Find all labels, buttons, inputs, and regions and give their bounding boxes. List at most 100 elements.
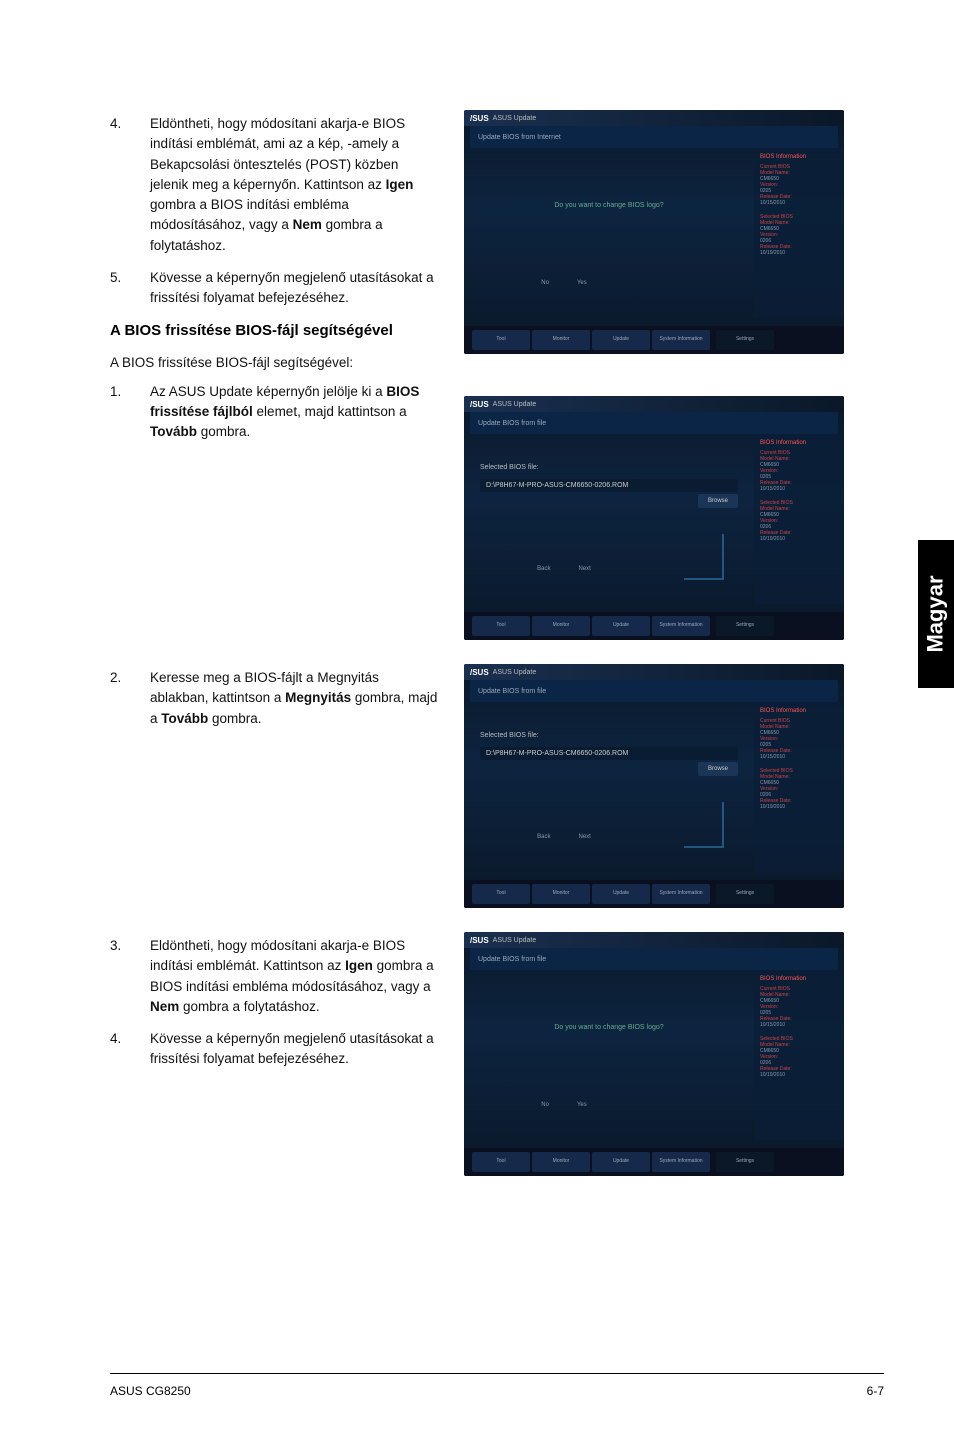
step-num: 3.: [110, 936, 150, 956]
browse-button[interactable]: Browse: [698, 494, 738, 508]
side-current: Current BIOS Model Name: CM6650 Version:…: [760, 986, 838, 1028]
tab-sysinfo[interactable]: System Information: [652, 330, 710, 350]
no-button[interactable]: No: [541, 280, 549, 286]
asus-logo: /SUS: [470, 936, 489, 945]
asus-logo: /SUS: [470, 114, 489, 123]
tab-sysinfo[interactable]: System Information: [652, 884, 710, 904]
t: gombra.: [197, 424, 250, 439]
next-button[interactable]: Next: [579, 566, 591, 572]
language-side-tab: Magyar: [918, 540, 954, 688]
tab-tool[interactable]: Tool: [472, 616, 530, 636]
tab-tool[interactable]: Tool: [472, 884, 530, 904]
no-button[interactable]: No: [541, 1102, 549, 1108]
browse-button[interactable]: Browse: [698, 762, 738, 776]
tab-sysinfo[interactable]: System Information: [652, 1152, 710, 1172]
t-bold: Igen: [386, 177, 414, 192]
v: 10/15/2010: [760, 1022, 838, 1028]
ss-title: ASUS Update: [493, 669, 537, 676]
ss-footer: Tool Monitor Update System Information S…: [464, 326, 844, 354]
step-body: Kövesse a képernyőn megjelenő utasítások…: [150, 268, 440, 309]
tab-update[interactable]: Update: [592, 884, 650, 904]
step-5a: 5. Kövesse a képernyőn megjelenő utasítá…: [110, 268, 440, 309]
ss-body: Selected BIOS file: D:\P8H67-M-PRO-ASUS-…: [464, 702, 844, 872]
next-button[interactable]: Next: [579, 834, 591, 840]
tab-settings[interactable]: Settings: [716, 884, 774, 904]
yes-button[interactable]: Yes: [577, 280, 587, 286]
arrow-icon: [684, 802, 724, 848]
ss-nav: No Yes: [464, 1102, 664, 1108]
ss-footer: Tool Monitor Update System Information S…: [464, 612, 844, 640]
step-body: Kövesse a képernyőn megjelenő utasítások…: [150, 1029, 440, 1070]
img-col-2: /SUS ASUS Update Update BIOS from file S…: [464, 664, 844, 908]
yes-button[interactable]: Yes: [577, 1102, 587, 1108]
row-2: 2. Keresse meg a BIOS-fájlt a Megnyitás …: [110, 664, 884, 908]
ss-titlebar: /SUS ASUS Update: [464, 664, 844, 680]
tab-update[interactable]: Update: [592, 330, 650, 350]
asus-update-screenshot-3: /SUS ASUS Update Update BIOS from file S…: [464, 664, 844, 908]
row-3: 3. Eldöntheti, hogy módosítani akarja-e …: [110, 932, 884, 1176]
tab-update[interactable]: Update: [592, 616, 650, 636]
step-2b: 2. Keresse meg a BIOS-fájlt a Megnyitás …: [110, 668, 440, 729]
footer-page-number: 6-7: [867, 1384, 884, 1398]
t-bold: Nem: [150, 999, 179, 1014]
v: 10/15/2010: [760, 754, 838, 760]
t: gombra a folytatáshoz.: [179, 999, 319, 1014]
ss-titlebar: /SUS ASUS Update: [464, 396, 844, 412]
ss-body: Do you want to change BIOS logo? No Yes …: [464, 970, 844, 1140]
ss-header: Update BIOS from Internet: [470, 126, 838, 148]
v: 10/19/2010: [760, 536, 838, 542]
tab-update[interactable]: Update: [592, 1152, 650, 1172]
ss-prompt: Do you want to change BIOS logo?: [480, 202, 738, 209]
ss-title: ASUS Update: [493, 115, 537, 122]
ss-footer: Tool Monitor Update System Information S…: [464, 880, 844, 908]
ss-prompt: Do you want to change BIOS logo?: [480, 1024, 738, 1031]
tab-settings[interactable]: Settings: [716, 1152, 774, 1172]
ss-main: Selected BIOS file: D:\P8H67-M-PRO-ASUS-…: [464, 434, 754, 604]
side-current: Current BIOS Model Name: CM6650 Version:…: [760, 450, 838, 492]
side-tab-label: Magyar: [923, 575, 949, 652]
page-footer: ASUS CG8250 6-7: [110, 1373, 884, 1398]
side-title: BIOS Information: [760, 154, 838, 160]
ss-titlebar: /SUS ASUS Update: [464, 932, 844, 948]
side-selected: Selected BIOS Model Name: CM6650 Version…: [760, 500, 838, 542]
side-title: BIOS Information: [760, 440, 838, 446]
step-num: 4.: [110, 1029, 150, 1049]
t: Az ASUS Update képernyőn jelölje ki a: [150, 384, 386, 399]
tab-monitor[interactable]: Monitor: [532, 1152, 590, 1172]
asus-update-screenshot-1: /SUS ASUS Update Update BIOS from Intern…: [464, 110, 844, 354]
t-bold: Megnyitás: [285, 690, 351, 705]
back-button[interactable]: Back: [537, 834, 550, 840]
asus-update-screenshot-2: /SUS ASUS Update Update BIOS from file S…: [464, 396, 844, 640]
tab-sysinfo[interactable]: System Information: [652, 616, 710, 636]
tab-settings[interactable]: Settings: [716, 616, 774, 636]
img-col-1: /SUS ASUS Update Update BIOS from Intern…: [464, 110, 844, 640]
step-num: 1.: [110, 382, 150, 402]
tab-tool[interactable]: Tool: [472, 330, 530, 350]
t-bold: Tovább: [161, 711, 208, 726]
t: elemet, majd kattintson a: [253, 404, 407, 419]
ss-header: Update BIOS from file: [470, 680, 838, 702]
v: 10/15/2010: [760, 486, 838, 492]
tab-monitor[interactable]: Monitor: [532, 884, 590, 904]
v: 10/19/2010: [760, 250, 838, 256]
step-body: Az ASUS Update képernyőn jelölje ki a BI…: [150, 382, 440, 443]
ss-header: Update BIOS from file: [470, 412, 838, 434]
ss-sidebar: BIOS Information Current BIOS Model Name…: [754, 148, 844, 318]
file-label: Selected BIOS file:: [480, 732, 738, 739]
ss-nav: Back Next: [464, 834, 664, 840]
ss-main: Selected BIOS file: D:\P8H67-M-PRO-ASUS-…: [464, 702, 754, 872]
main-content: 4. Eldöntheti, hogy módosítani akarja-e …: [110, 110, 884, 1200]
text-col-1: 4. Eldöntheti, hogy módosítani akarja-e …: [110, 110, 440, 454]
back-button[interactable]: Back: [537, 566, 550, 572]
tab-monitor[interactable]: Monitor: [532, 616, 590, 636]
tab-tool[interactable]: Tool: [472, 1152, 530, 1172]
asus-logo: /SUS: [470, 668, 489, 677]
asus-update-screenshot-4: /SUS ASUS Update Update BIOS from file D…: [464, 932, 844, 1176]
ss-body: Selected BIOS file: D:\P8H67-M-PRO-ASUS-…: [464, 434, 844, 604]
tab-settings[interactable]: Settings: [716, 330, 774, 350]
ss-body: Do you want to change BIOS logo? No Yes …: [464, 148, 844, 318]
side-selected: Selected BIOS Model Name: CM6650 Version…: [760, 1036, 838, 1078]
tab-monitor[interactable]: Monitor: [532, 330, 590, 350]
ss-title: ASUS Update: [493, 937, 537, 944]
step-4b: 4. Kövesse a képernyőn megjelenő utasítá…: [110, 1029, 440, 1070]
